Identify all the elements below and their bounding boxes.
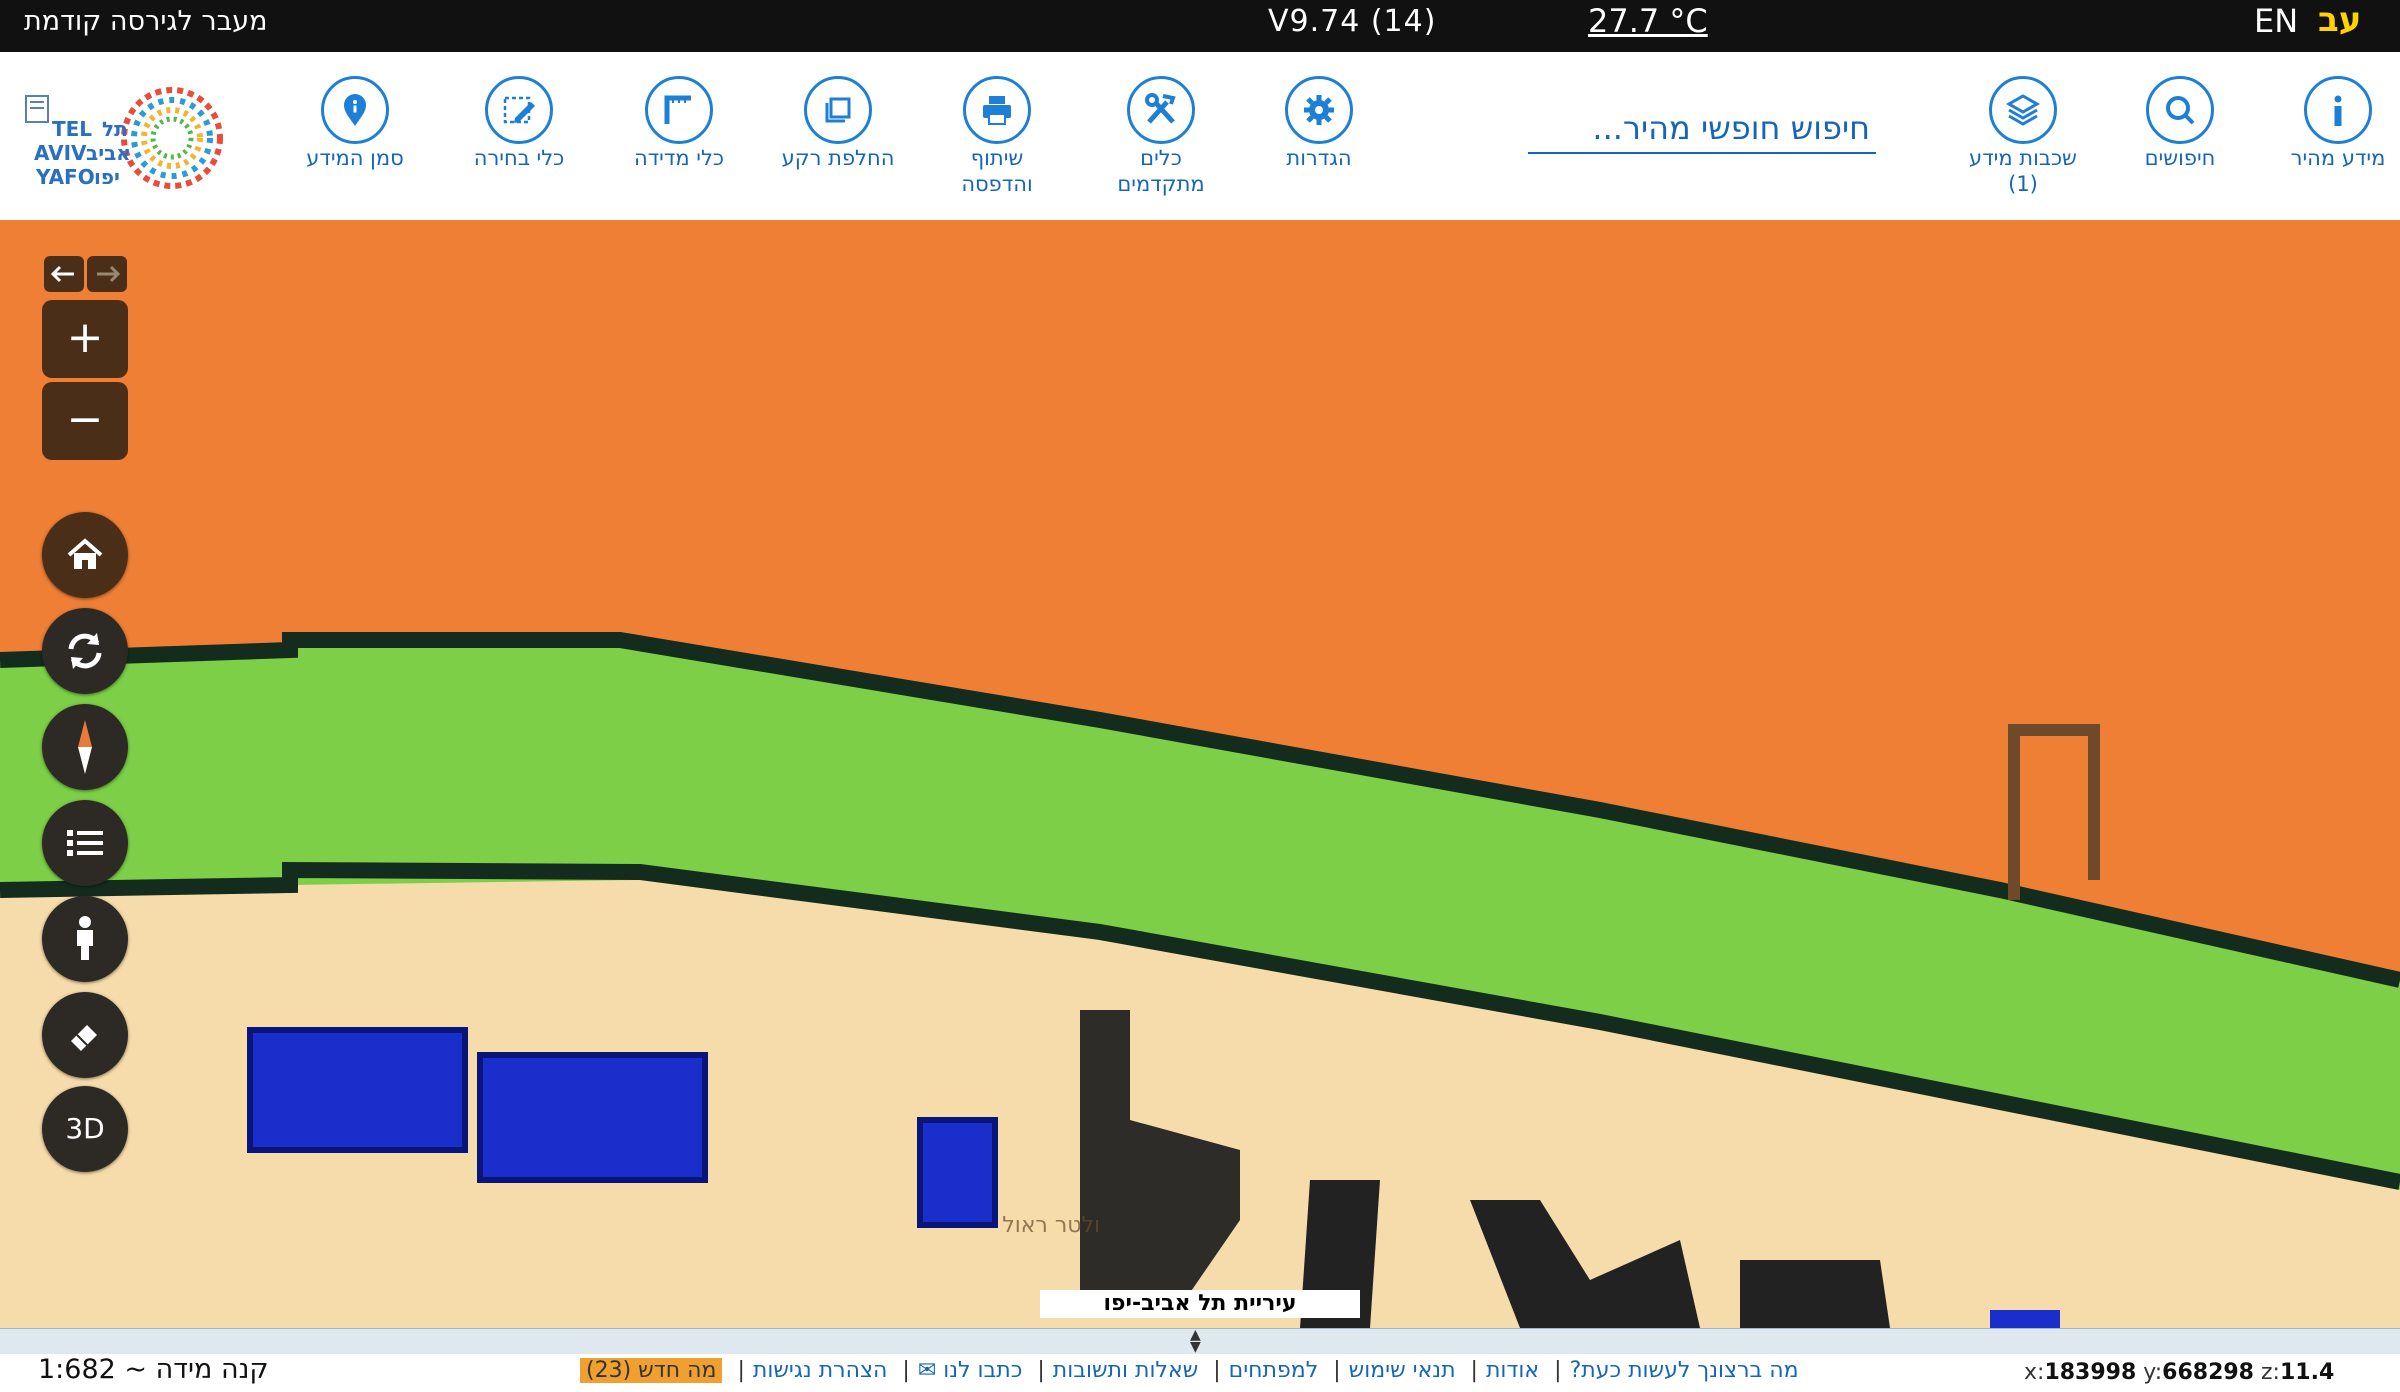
map-scale: קנה מידה ~ 1:682	[38, 1354, 269, 1385]
refresh-icon	[68, 633, 102, 669]
footer-link-contact[interactable]: כתבו לנו ✉	[918, 1358, 1023, 1383]
tool-basemap[interactable]: החלפת רקע	[763, 76, 913, 171]
footer-link-what-to-do[interactable]: מה ברצונך לעשות כעת?	[1570, 1358, 1799, 1383]
footer-links: מה ברצונך לעשות כעת?| אודות| תנאי שימוש|…	[580, 1358, 1799, 1383]
compass-button[interactable]	[42, 704, 128, 790]
zoom-level: 11.4	[2279, 1360, 2335, 1385]
main-toolbar: TEL תל AVIV אביב YAFO יפו מידע מהיר חיפו…	[0, 52, 2400, 223]
tool-label: סמן המידע	[306, 146, 404, 170]
zoom-out-label: −	[66, 394, 104, 445]
marker-icon	[344, 94, 366, 126]
history-forward-button[interactable]	[87, 256, 127, 292]
tool-select[interactable]: כלי בחירה	[444, 76, 594, 171]
tool-label: כלים מתקדמים	[1117, 146, 1205, 196]
tools-icon	[1145, 93, 1176, 124]
top-bar: מעבר לגירסה קודמת V9.74 (14) 27.7 °C EN …	[0, 0, 2400, 52]
tool-measure[interactable]: כלי מדידה	[604, 76, 754, 171]
tool-label: שיתוף והדפסה	[961, 146, 1033, 196]
footer-link-accessibility[interactable]: הצהרת נגישות	[753, 1358, 888, 1383]
tool-label: חיפושים	[2144, 146, 2216, 170]
tool-label: כלי מדידה	[633, 146, 725, 170]
info-icon	[2334, 95, 2342, 126]
language-he-button[interactable]: עב	[2318, 0, 2361, 40]
street-label: ולטר ראול	[1002, 1213, 1100, 1238]
map-view[interactable]: ולטר ראול + − 3D עיריית תל אביב-יפו	[0, 220, 2400, 1328]
tool-settings[interactable]: הגדרות	[1244, 76, 1394, 171]
eraser-button[interactable]	[42, 992, 128, 1078]
version-label: V9.74 (14)	[1268, 4, 1437, 39]
footer-link-about[interactable]: אודות	[1486, 1358, 1539, 1383]
legend-list-button[interactable]	[42, 800, 128, 886]
basemap-icon	[825, 97, 851, 123]
svg-text:TEL: TEL	[52, 117, 92, 141]
language-en-button[interactable]: EN	[2254, 2, 2298, 40]
home-icon	[67, 538, 103, 569]
list-icon	[67, 830, 103, 856]
svg-text:אביב: אביב	[86, 141, 131, 165]
street-view-button[interactable]	[42, 896, 128, 982]
compass-icon	[78, 720, 92, 774]
coordinates-readout: x:183998 y:668298 z:11.4	[2024, 1360, 2335, 1385]
zoom-in-button[interactable]: +	[42, 300, 128, 378]
zoom-in-label: +	[66, 312, 104, 363]
city-attribution-label: עיריית תל אביב-יפו	[1040, 1290, 1360, 1318]
whats-new-badge[interactable]: מה חדש (23)	[580, 1358, 723, 1383]
gear-icon	[1304, 95, 1334, 125]
colorful-burst-icon	[121, 87, 223, 189]
zoom-out-button[interactable]: −	[42, 382, 128, 460]
temperature-link[interactable]: 27.7 °C	[1588, 2, 1708, 40]
refresh-button[interactable]	[42, 608, 128, 694]
tool-label: הגדרות	[1286, 146, 1352, 170]
tel-aviv-logo[interactable]: TEL תל AVIV אביב YAFO יפו	[22, 76, 252, 200]
quick-search-input[interactable]	[1528, 104, 1876, 152]
svg-text:AVIV: AVIV	[34, 141, 87, 165]
eraser-icon	[71, 1025, 97, 1051]
svg-text:YAFO: YAFO	[35, 165, 95, 189]
3d-label: 3D	[65, 1112, 105, 1145]
tool-quick-info[interactable]: מידע מהיר	[2263, 76, 2400, 171]
footer-link-terms[interactable]: תנאי שימוש	[1349, 1358, 1456, 1383]
person-icon	[77, 916, 93, 960]
tool-share-print[interactable]: שיתוף והדפסה	[922, 76, 1072, 197]
svg-text:תל: תל	[102, 117, 128, 141]
svg-text:יפו: יפו	[94, 165, 120, 189]
quick-search	[1528, 104, 1876, 154]
tool-info-layers[interactable]: שכבות מידע (1)	[1948, 76, 2098, 197]
tool-advanced[interactable]: כלים מתקדמים	[1086, 76, 1236, 197]
tool-label: החלפת רקע	[781, 146, 895, 170]
city-emblem-icon	[25, 95, 49, 123]
magnifier-icon	[2166, 96, 2195, 125]
map-canvas: ולטר ראול	[0, 220, 2400, 1328]
footer-link-faq[interactable]: שאלות ותשובות	[1053, 1358, 1198, 1383]
history-back-button[interactable]	[44, 256, 84, 292]
select-icon	[503, 96, 535, 124]
tool-label: מידע מהיר	[2290, 146, 2386, 170]
ruler-icon	[664, 95, 691, 124]
splitter-grip-icon[interactable]: ▲ ▼	[1190, 1328, 1201, 1354]
3d-view-button[interactable]: 3D	[42, 1086, 128, 1172]
home-button[interactable]	[42, 512, 128, 598]
tool-label: שכבות מידע (1)	[1969, 146, 2077, 196]
tool-searches[interactable]: חיפושים	[2105, 76, 2255, 171]
printer-icon	[983, 96, 1011, 125]
y-coordinate: 668298	[2162, 1360, 2254, 1385]
panel-splitter[interactable]: ▲ ▼	[0, 1328, 2400, 1356]
status-footer: קנה מידה ~ 1:682 מה ברצונך לעשות כעת?| א…	[0, 1354, 2400, 1392]
tool-label: כלי בחירה	[473, 146, 565, 170]
layers-icon	[2005, 94, 2041, 126]
footer-link-developers[interactable]: למפתחים	[1229, 1358, 1319, 1383]
x-coordinate: 183998	[2044, 1360, 2137, 1385]
previous-version-link[interactable]: מעבר לגירסה קודמת	[24, 6, 268, 37]
tool-info-marker[interactable]: סמן המידע	[280, 76, 430, 171]
